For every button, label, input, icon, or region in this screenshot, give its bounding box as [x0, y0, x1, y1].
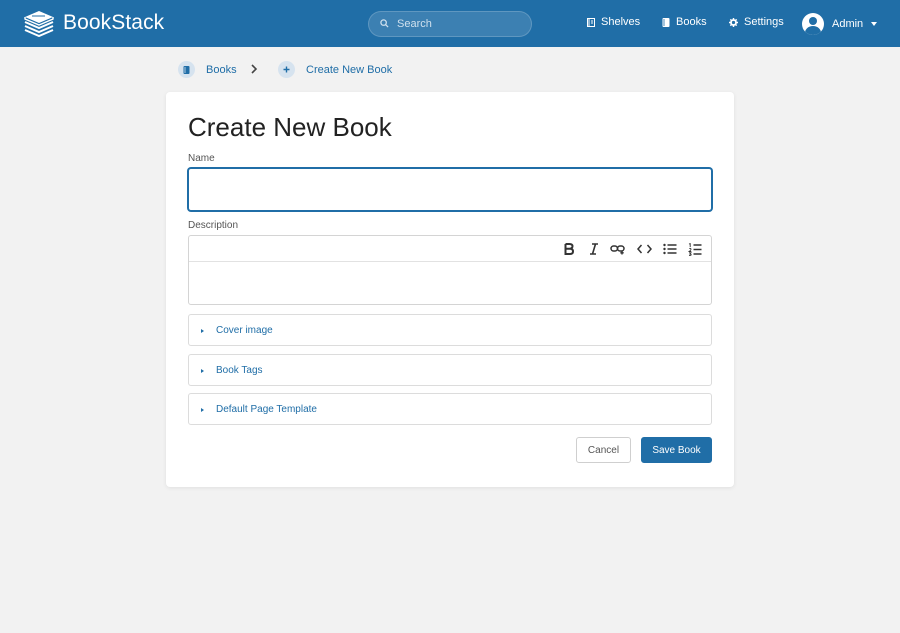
bold-icon[interactable] [561, 241, 577, 257]
description-editor[interactable] [188, 235, 712, 305]
name-input[interactable] [188, 168, 712, 211]
description-label: Description [188, 220, 239, 231]
nav-shelves-link[interactable]: Shelves [587, 16, 640, 28]
bookstack-logo-icon [24, 11, 54, 37]
user-menu-toggle[interactable]: Admin [802, 12, 878, 36]
chevron-down-icon [871, 22, 878, 26]
cover-image-label: Cover image [216, 325, 273, 336]
book-tags-label: Book Tags [216, 365, 263, 376]
caret-right-icon [201, 329, 204, 333]
brand-logo-link[interactable]: BookStack [24, 10, 164, 37]
link-icon[interactable] [610, 241, 626, 257]
cover-image-section-toggle[interactable]: Cover image [188, 314, 712, 346]
create-book-form-card: Create New Book Name Description Cover i… [166, 92, 734, 487]
book-tags-section-toggle[interactable]: Book Tags [188, 354, 712, 386]
bullet-list-icon[interactable] [662, 241, 678, 257]
book-icon [178, 61, 195, 78]
italic-icon[interactable] [586, 241, 602, 257]
brand-name: BookStack [63, 11, 165, 34]
user-avatar-icon [802, 13, 824, 35]
nav-settings-link[interactable]: Settings [729, 16, 784, 28]
name-label: Name [188, 153, 215, 164]
nav-books-label: Books [676, 16, 707, 28]
save-book-button[interactable]: Save Book [641, 437, 712, 463]
top-header: BookStack Shelves Books Settings [0, 0, 900, 47]
nav-settings-label: Settings [744, 16, 784, 28]
default-page-template-section-toggle[interactable]: Default Page Template [188, 393, 712, 425]
cancel-button[interactable]: Cancel [576, 437, 631, 463]
code-icon[interactable] [636, 241, 652, 257]
numbered-list-icon[interactable] [687, 241, 703, 257]
search-input[interactable] [397, 15, 527, 33]
chevron-right-icon [251, 64, 258, 74]
caret-right-icon [201, 408, 204, 412]
breadcrumb-books[interactable]: Books [178, 61, 237, 78]
breadcrumb-create-book[interactable]: Create New Book [278, 61, 392, 78]
book-icon [662, 17, 670, 27]
plus-icon [278, 61, 295, 78]
page-title: Create New Book [188, 112, 392, 142]
breadcrumb-create-book-label: Create New Book [306, 63, 393, 76]
caret-right-icon [201, 369, 204, 373]
editor-toolbar [189, 236, 711, 262]
search-box[interactable] [368, 11, 532, 37]
breadcrumb-books-label: Books [206, 63, 237, 76]
gear-icon [729, 17, 738, 27]
default-page-template-label: Default Page Template [216, 404, 317, 415]
nav-shelves-label: Shelves [601, 16, 641, 28]
nav-books-link[interactable]: Books [662, 16, 707, 28]
search-icon [380, 19, 389, 28]
user-name: Admin [832, 18, 864, 30]
shelves-icon [587, 17, 595, 27]
